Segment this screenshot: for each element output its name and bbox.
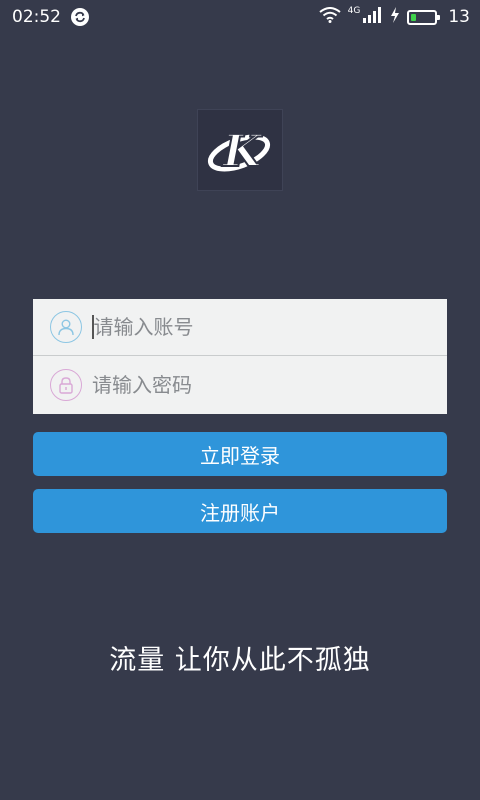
app-logo: K (197, 109, 283, 191)
password-input[interactable] (92, 364, 392, 405)
wifi-icon (319, 6, 341, 28)
user-icon (50, 311, 82, 343)
slogan-text: 流量 让你从此不孤独 (109, 645, 371, 676)
signal-icon (363, 6, 383, 28)
login-screen: 02:52 4G 13 K 请输入账号 立即登录 注册账户 流量 让你从此不孤独 (0, 0, 480, 800)
battery-icon (407, 9, 441, 25)
login-button[interactable]: 立即登录 (33, 432, 447, 476)
status-right: 4G 13 (319, 6, 470, 28)
login-form (33, 299, 447, 414)
status-time: 02:52 (12, 7, 61, 27)
battery-percent: 13 (448, 7, 470, 27)
status-bar: 02:52 4G 13 (0, 0, 480, 34)
charging-icon (390, 6, 400, 28)
network-type-label: 4G (347, 6, 361, 16)
register-button[interactable]: 注册账户 (33, 489, 447, 533)
account-input[interactable] (93, 307, 394, 347)
battery-level (411, 13, 416, 21)
status-left: 02:52 (12, 7, 89, 27)
password-field-row (33, 356, 447, 413)
sync-icon (71, 8, 89, 26)
lock-icon (50, 368, 82, 401)
logo-letter: K (221, 126, 263, 177)
logo-k-icon: K (207, 125, 271, 178)
account-field-row (33, 299, 447, 356)
